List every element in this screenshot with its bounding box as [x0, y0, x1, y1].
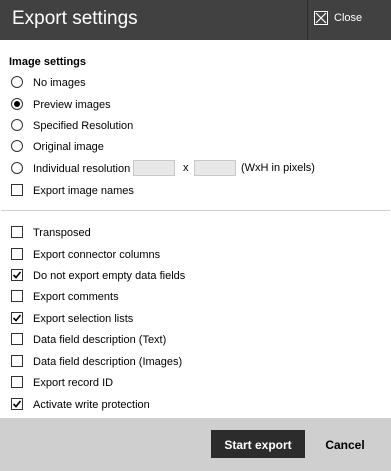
option-label: Export record ID: [33, 377, 114, 389]
export-settings-dialog: Export settings Close Image settings No …: [0, 0, 391, 471]
option-label: Do not export empty data fields: [33, 270, 186, 282]
resolution-hint: (WxH in pixels): [241, 162, 315, 174]
resolution-separator: x: [183, 162, 189, 174]
radio-button[interactable]: [11, 119, 23, 131]
checkbox[interactable]: [11, 355, 23, 367]
option-label: Export comments: [33, 291, 119, 303]
checkbox[interactable]: [11, 226, 23, 238]
close-button[interactable]: Close: [307, 0, 391, 40]
resolution-width-input[interactable]: [133, 160, 175, 176]
option-label: Export connector columns: [33, 249, 161, 261]
radio-button[interactable]: [11, 76, 23, 88]
checkbox[interactable]: [11, 398, 23, 410]
export-image-names-checkbox[interactable]: [11, 184, 23, 196]
checkbox[interactable]: [11, 248, 23, 260]
option-label: Data field description (Images): [33, 356, 183, 368]
image-option-label: Preview images: [33, 99, 111, 111]
checkbox[interactable]: [11, 376, 23, 388]
radio-button[interactable]: [11, 140, 23, 152]
export-image-names-label: Export image names: [33, 185, 134, 197]
cancel-button[interactable]: Cancel: [315, 430, 375, 458]
section-divider: [1, 210, 390, 211]
option-label: Activate write protection: [33, 399, 150, 411]
image-option-label: Individual resolution: [33, 163, 131, 175]
dialog-body: Image settings No images Preview images Sp…: [1, 40, 390, 418]
option-label: Data field description (Text): [33, 334, 167, 346]
checkbox[interactable]: [11, 333, 23, 345]
image-option-label: Original image: [33, 141, 104, 153]
dialog-footer: Start export Cancel: [0, 418, 391, 471]
image-option-label: Specified Resolution: [33, 120, 134, 132]
resolution-height-input[interactable]: [194, 160, 236, 176]
start-export-button[interactable]: Start export: [211, 430, 305, 458]
option-label: Export selection lists: [33, 313, 134, 325]
close-label: Close: [334, 12, 363, 24]
checkbox[interactable]: [11, 312, 23, 324]
option-label: Transposed: [33, 227, 91, 239]
checkbox[interactable]: [11, 290, 23, 302]
dialog-header: Export settings Close: [0, 0, 391, 40]
close-icon: [314, 11, 328, 25]
radio-button[interactable]: [11, 162, 23, 174]
dialog-title: Export settings: [12, 8, 138, 29]
radio-button[interactable]: [11, 98, 23, 110]
image-settings-title: Image settings: [9, 56, 87, 68]
image-option-label: No images: [33, 77, 86, 89]
checkbox[interactable]: [11, 269, 23, 281]
